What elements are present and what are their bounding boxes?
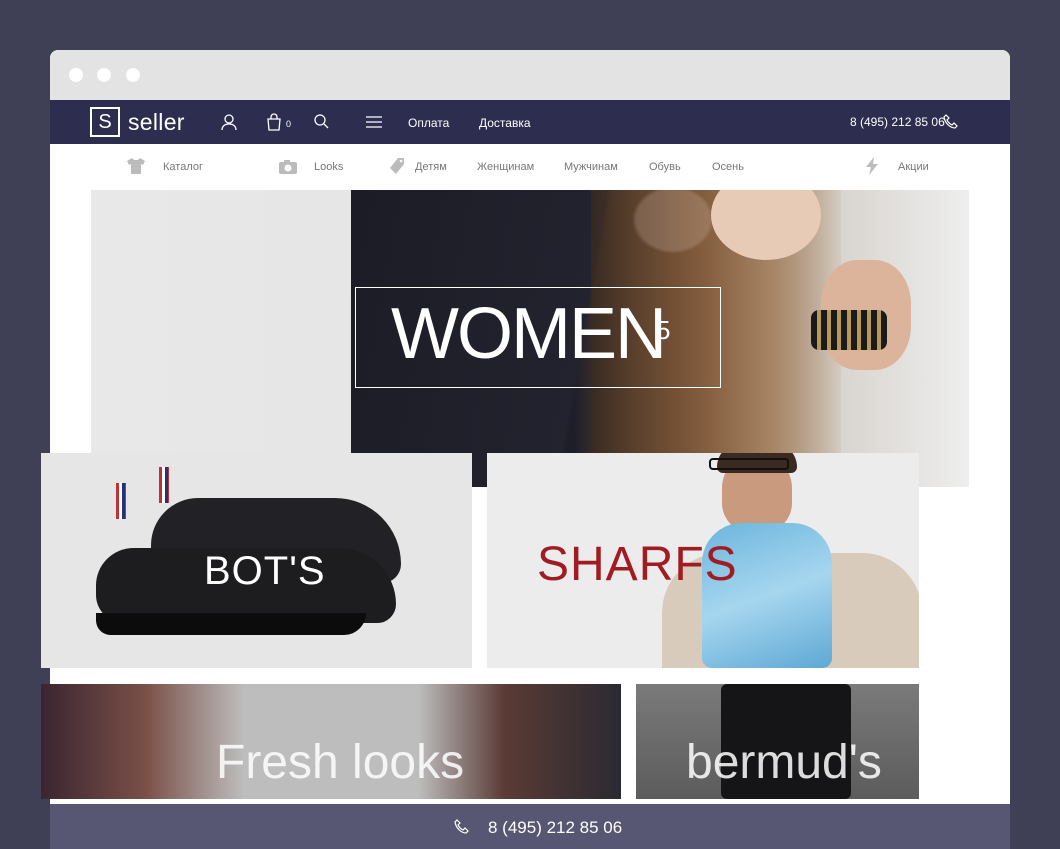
window-maximize-dot[interactable]	[126, 68, 140, 82]
lightning-icon	[865, 157, 879, 180]
sticky-phone-bar: 8 (495) 212 85 06	[50, 804, 1010, 849]
logo-text: seller	[128, 108, 185, 135]
tile-fresh-looks[interactable]: Fresh looks	[41, 684, 621, 799]
menu-icon[interactable]	[366, 115, 382, 134]
nav-link-payment[interactable]: Оплата	[408, 116, 449, 130]
sticky-phone-number[interactable]: 8 (495) 212 85 06	[488, 818, 622, 838]
tile-sharfs[interactable]: SHARFS	[487, 453, 919, 668]
top-navbar: S seller 0 Оплата Доставка 8 (495) 212 8…	[50, 100, 1010, 144]
header-phone[interactable]: 8 (495) 212 85 06	[850, 115, 945, 129]
tile-bots[interactable]: BOT'S	[41, 453, 472, 668]
category-catalog[interactable]: Каталог	[163, 161, 203, 173]
tile-bots-label: BOT'S	[204, 549, 326, 593]
category-looks[interactable]: Looks	[314, 161, 343, 173]
category-shoes[interactable]: Обувь	[649, 161, 681, 173]
logo[interactable]: S seller	[90, 107, 185, 137]
shoe-heel-tab-front	[116, 483, 126, 519]
hero-title: WOMEN	[391, 294, 667, 374]
category-sale[interactable]: Акции	[898, 161, 929, 173]
category-bar: Каталог Looks Детям Женщинам Мужчинам Об…	[50, 144, 1010, 190]
hero-photo-bracelet	[811, 310, 887, 350]
phone-icon[interactable]	[943, 114, 959, 135]
tile-fresh-looks-label: Fresh looks	[216, 736, 465, 789]
user-icon[interactable]	[220, 113, 238, 136]
phone-icon[interactable]	[454, 819, 470, 840]
cart-icon[interactable]	[266, 113, 282, 136]
category-autumn[interactable]: Осень	[712, 161, 744, 173]
category-kids[interactable]: Детям	[415, 161, 447, 173]
category-women[interactable]: Женщинам	[477, 161, 534, 173]
tag-icon	[390, 157, 406, 180]
tile-sharfs-label: SHARFS	[537, 538, 738, 591]
hero-banner[interactable]: WOMEN 5	[91, 190, 969, 487]
cart-count: 0	[286, 119, 292, 129]
man-glasses	[709, 458, 789, 470]
search-icon[interactable]	[313, 113, 329, 136]
camera-icon	[278, 159, 298, 180]
shoe-sole	[96, 613, 366, 635]
window-close-dot[interactable]	[69, 68, 83, 82]
tile-bermuds-label: bermud's	[686, 736, 882, 789]
browser-chrome	[50, 50, 1010, 100]
window-minimize-dot[interactable]	[97, 68, 111, 82]
tile-bermuds[interactable]: bermud's	[636, 684, 919, 799]
category-men[interactable]: Мужчинам	[564, 161, 618, 173]
shoe-heel-tab-back	[159, 467, 169, 503]
tshirt-icon	[126, 157, 146, 180]
hero-title-superscript: 5	[656, 315, 671, 345]
nav-link-delivery[interactable]: Доставка	[479, 116, 531, 130]
logo-mark: S	[90, 107, 120, 137]
